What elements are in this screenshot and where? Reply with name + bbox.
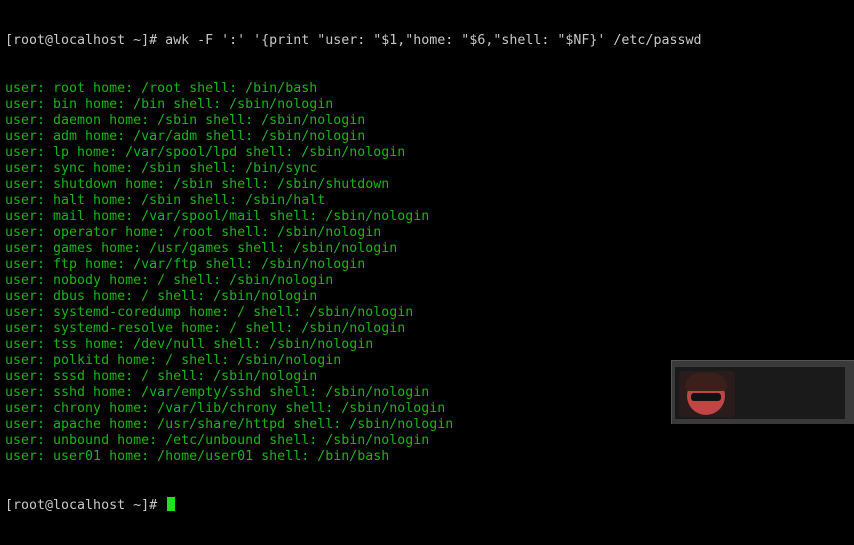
output-line: user: systemd-resolve home: / shell: /sb… (5, 321, 406, 336)
output-line: user: operator home: /root shell: /sbin/… (5, 225, 382, 240)
avatar-glasses (691, 393, 721, 401)
webcam-avatar-icon (679, 371, 735, 417)
text-cursor (167, 497, 176, 511)
terminal-window[interactable]: [root@localhost ~]# awk -F ':' '{print "… (0, 0, 854, 513)
output-line: user: user01 home: /home/user01 shell: /… (5, 449, 390, 464)
output-line: user: sssd home: / shell: /sbin/nologin (5, 369, 318, 384)
command-line: [root@localhost ~]# awk -F ':' '{print "… (5, 33, 702, 48)
output-line: user: sshd home: /var/empty/sshd shell: … (5, 385, 430, 400)
output-line: user: dbus home: / shell: /sbin/nologin (5, 289, 318, 304)
output-line: user: halt home: /sbin shell: /sbin/halt (5, 193, 326, 208)
output-line: user: bin home: /bin shell: /sbin/nologi… (5, 97, 334, 112)
avatar-hair (685, 373, 727, 391)
output-line: user: tss home: /dev/null shell: /sbin/n… (5, 337, 374, 352)
output-line: user: systemd-coredump home: / shell: /s… (5, 305, 414, 320)
prompt-text: [root@localhost ~]# (5, 498, 158, 513)
webcam-overlay (671, 360, 854, 424)
output-line: user: unbound home: /etc/unbound shell: … (5, 433, 430, 448)
output-line: user: root home: /root shell: /bin/bash (5, 81, 318, 96)
output-line: user: games home: /usr/games shell: /sbi… (5, 241, 398, 256)
output-line: user: ftp home: /var/ftp shell: /sbin/no… (5, 257, 366, 272)
output-line: user: nobody home: / shell: /sbin/nologi… (5, 273, 334, 288)
output-line: user: lp home: /var/spool/lpd shell: /sb… (5, 145, 406, 160)
output-line: user: apache home: /usr/share/httpd shel… (5, 417, 454, 432)
output-line: user: polkitd home: / shell: /sbin/nolog… (5, 353, 342, 368)
output-line: user: mail home: /var/spool/mail shell: … (5, 209, 430, 224)
output-line: user: sync home: /sbin shell: /bin/sync (5, 161, 318, 176)
output-line: user: adm home: /var/adm shell: /sbin/no… (5, 129, 366, 144)
terminal-output: [root@localhost ~]# awk -F ':' '{print "… (5, 1, 701, 545)
output-line: user: shutdown home: /sbin shell: /sbin/… (5, 177, 390, 192)
current-prompt[interactable]: [root@localhost ~]# (5, 497, 701, 513)
output-line: user: chrony home: /var/lib/chrony shell… (5, 401, 446, 416)
output-line: user: daemon home: /sbin shell: /sbin/no… (5, 113, 366, 128)
webcam-frame (675, 367, 845, 419)
output-lines: user: root home: /root shell: /bin/bash u… (5, 81, 701, 465)
